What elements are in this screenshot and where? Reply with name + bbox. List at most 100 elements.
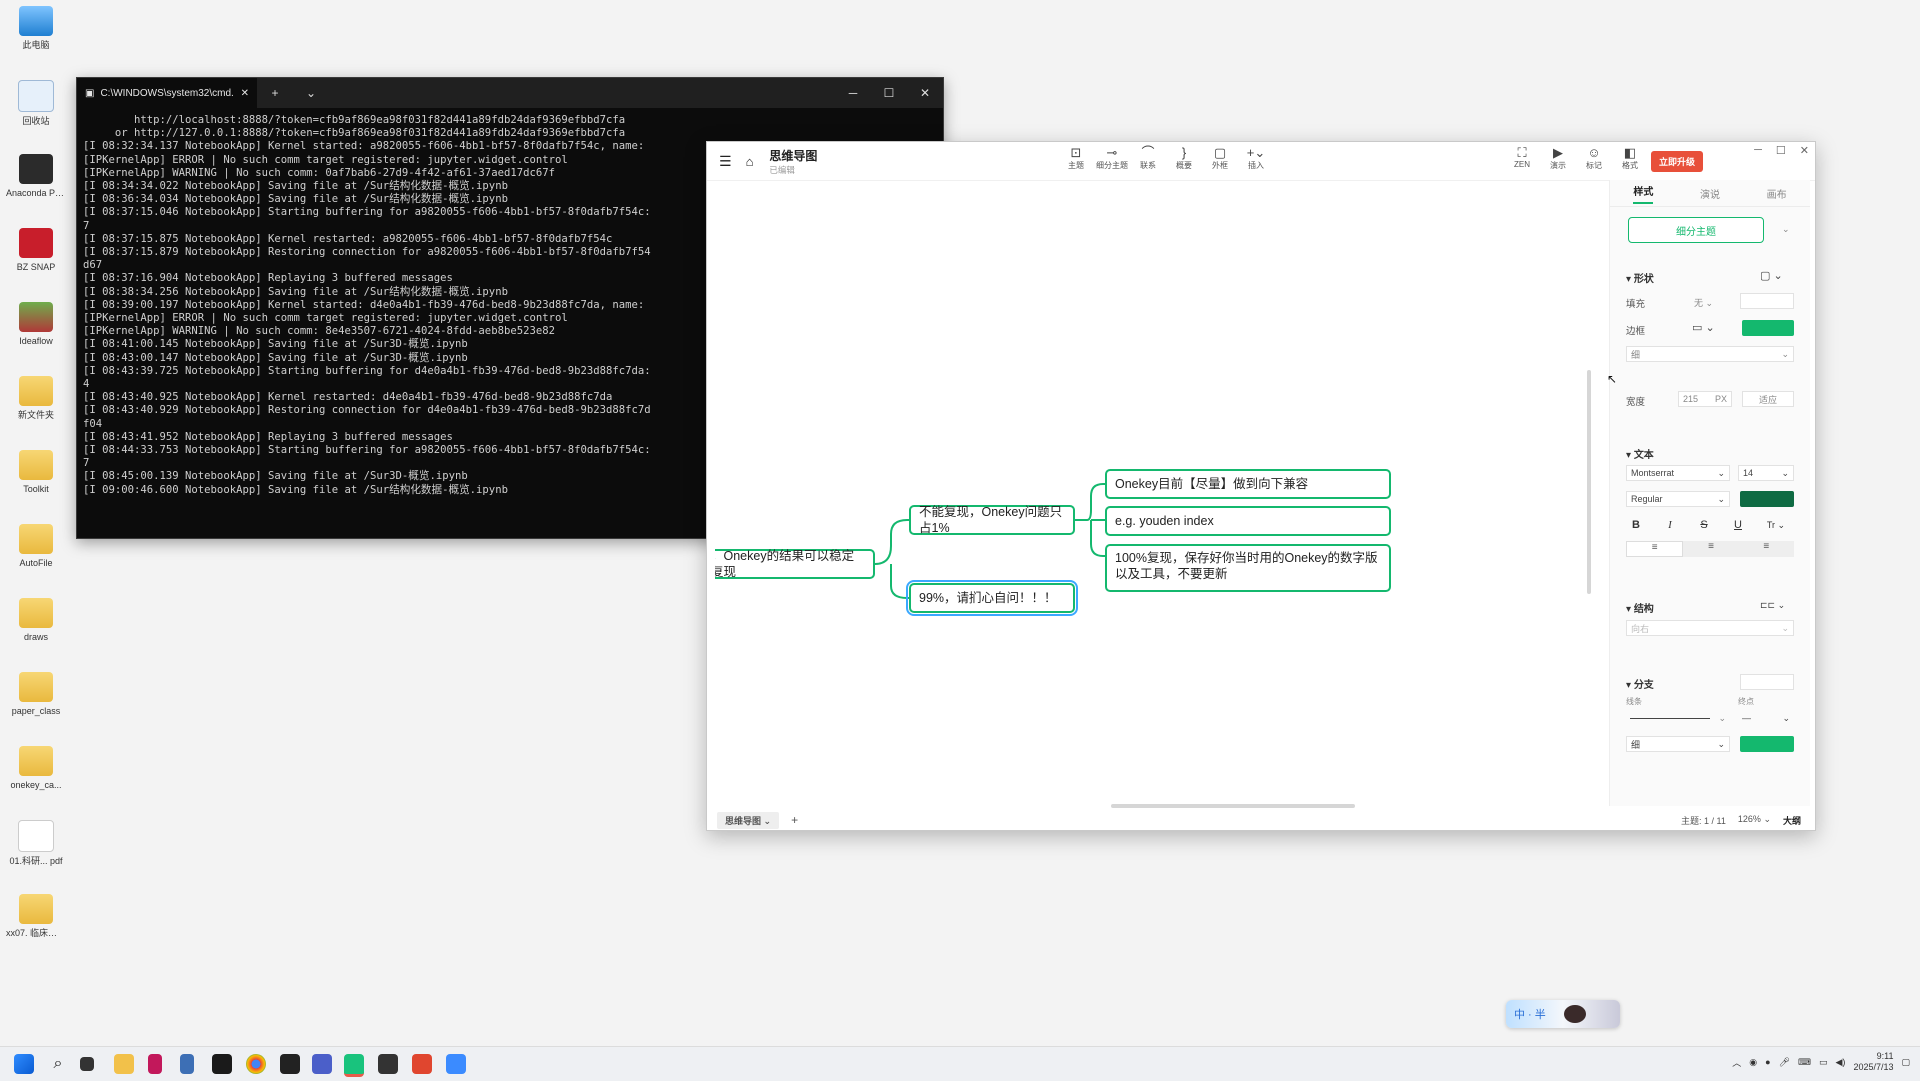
cmd-app-icon[interactable] (378, 1054, 398, 1074)
wechat-icon[interactable]: ● (1765, 1057, 1770, 1067)
text-case-button[interactable]: Tr ⌄ (1762, 516, 1790, 534)
volume-icon[interactable]: ◀︎) (1836, 1057, 1846, 1068)
font-weight-select[interactable]: Regular ⌄ (1626, 491, 1730, 507)
branch-color-swatch[interactable] (1740, 736, 1794, 752)
mindmap-node-child-3[interactable]: 100%复现，保存好你当时用的Onekey的数字版以及工具，不要更新 (1105, 544, 1391, 592)
task-view-icon[interactable] (80, 1057, 94, 1071)
italic-button[interactable]: I (1660, 516, 1680, 534)
toolbar-button[interactable]: ▶ 演示 (1541, 146, 1575, 171)
feishu-icon[interactable] (446, 1054, 466, 1074)
toolbar-button[interactable]: ◧ 格式 (1613, 146, 1647, 171)
mindmap-node-branch-2[interactable]: 99%，请扪心自问！！！ (906, 580, 1078, 616)
fill-color-input[interactable] (1740, 293, 1794, 309)
maximize-icon[interactable]: ☐ (1776, 144, 1786, 157)
chevron-down-icon[interactable]: ⌄ (1782, 224, 1790, 235)
fill-select[interactable]: 无 ⌄ (1694, 296, 1713, 309)
structure-select[interactable]: 向右 ⌄ (1626, 620, 1794, 636)
zoom-select[interactable]: 126% ⌄ (1738, 814, 1771, 827)
mindmap-node-child-2[interactable]: e.g. youden index (1105, 506, 1391, 536)
desktop-icon[interactable]: onekey_ca... (6, 746, 66, 814)
notification-icon[interactable]: ▢ (1901, 1057, 1910, 1068)
chrome-icon[interactable] (246, 1054, 266, 1074)
desktop-icon[interactable]: draws (6, 598, 66, 666)
strikethrough-button[interactable]: S (1694, 516, 1714, 534)
desktop-icon[interactable]: Anaconda Powersh... (6, 154, 66, 222)
close-icon[interactable]: ✕ (907, 86, 943, 100)
border-color-swatch[interactable] (1742, 320, 1794, 336)
horizontal-scrollbar[interactable] (1111, 804, 1355, 808)
panel-tab[interactable]: 画布 (1767, 186, 1787, 201)
panel-tab[interactable]: 样式 (1633, 183, 1654, 204)
microphone-icon[interactable]: 🎤︎ (1779, 1057, 1790, 1068)
close-icon[interactable]: ✕ (1800, 144, 1809, 157)
panel-tab[interactable]: 演说 (1700, 186, 1720, 201)
ime-avatar-icon[interactable] (1563, 1005, 1586, 1023)
mindmap-node-branch-1[interactable]: 不能复现，Onekey问题只占1% (909, 505, 1075, 535)
home-icon[interactable]: ⌂ (746, 154, 754, 169)
toolbar-button[interactable]: +⌄ 插入 (1239, 146, 1273, 171)
chevron-up-icon[interactable]: ︿ (1732, 1056, 1741, 1069)
border-style-icon[interactable]: ▭ ⌄ (1692, 321, 1715, 334)
toolbar-button[interactable]: ⛶ ZEN (1505, 146, 1539, 171)
ime-toolbar[interactable]: 中 · 半 (1506, 1000, 1620, 1028)
mindmap-canvas[interactable]: ，Onekey的结果可以稳定复现 不能复现，Onekey问题只占1% 99%，请… (715, 184, 1605, 804)
structure-icon[interactable]: ⊏⊏ ⌄ (1760, 600, 1785, 611)
subtopic-style-button[interactable]: 细分主题 (1628, 217, 1764, 243)
desktop-icon[interactable]: 回收站 (6, 80, 66, 148)
outline-button[interactable]: 大纲 (1783, 814, 1801, 827)
font-family-select[interactable]: Montserrat ⌄ (1626, 465, 1730, 481)
desktop-icon[interactable]: xx07. 临床科学 2.5D 实... (6, 894, 66, 962)
bold-button[interactable]: B (1626, 516, 1646, 534)
line-style-select[interactable]: ⌄ (1626, 710, 1730, 726)
search-icon[interactable]: ⌕ (48, 1054, 68, 1074)
upgrade-button[interactable]: 立即升级 (1651, 151, 1704, 172)
align-right-icon[interactable]: ≡ (1739, 541, 1794, 557)
terminal-tab[interactable]: ▣ C:\WINDOWS\system32\cmd. ✕ (77, 78, 257, 108)
pycharm-icon[interactable] (212, 1054, 232, 1074)
minimize-icon[interactable]: ─ (835, 86, 871, 100)
file-explorer-icon[interactable] (114, 1054, 134, 1074)
desktop-icon[interactable]: Toolkit (6, 450, 66, 518)
sheet-tab[interactable]: 思维导图 ⌄ (717, 811, 780, 829)
display-icon[interactable]: ▭ (1819, 1057, 1828, 1068)
new-tab-button[interactable]: + (257, 86, 293, 100)
add-sheet-button[interactable]: + (791, 813, 798, 827)
toolbar-button[interactable]: ☺ 标记 (1577, 146, 1611, 171)
app-pointer-icon[interactable] (148, 1054, 162, 1074)
close-tab-icon[interactable]: ✕ (241, 88, 249, 99)
desktop-icon[interactable]: BZ SNAP (6, 228, 66, 296)
mindmap-app-icon[interactable] (344, 1054, 364, 1077)
branch-width-select[interactable]: 细 ⌄ (1626, 736, 1730, 752)
tab-dropdown-button[interactable]: ⌄ (293, 86, 329, 100)
maximize-icon[interactable]: ☐ (871, 86, 907, 100)
minimize-icon[interactable]: ─ (1754, 144, 1762, 157)
mindmap-window[interactable]: ☰ ⌂ 思维导图 已编辑 ⊡ 主题 ⊸ 细分主题 ⌒ 联系} 概要 ▢ 外框 +⌄ 插入 ⛶ ZEN ▶… (706, 141, 1816, 831)
branch-option-select[interactable] (1740, 674, 1794, 690)
align-left-icon[interactable]: ≡ (1626, 541, 1684, 557)
mindmap-node-child-1[interactable]: Onekey目前【尽量】做到向下兼容 (1105, 469, 1391, 499)
toolbar-button[interactable]: ▢ 外框 (1203, 146, 1237, 171)
shape-preview-icon[interactable]: ▢ ⌄ (1760, 269, 1783, 282)
mindmap-node-root[interactable]: ，Onekey的结果可以稳定复现 (715, 549, 875, 579)
width-input[interactable]: 215 PX (1678, 391, 1732, 407)
border-width-select[interactable]: 细 ⌄ (1626, 346, 1794, 362)
structure-section-title[interactable]: ▾ 结构 (1626, 600, 1654, 615)
document-title[interactable]: 思维导图 (769, 147, 817, 164)
app-snap-icon[interactable] (312, 1054, 332, 1074)
branch-section-title[interactable]: ▾ 分支 (1626, 676, 1654, 691)
endpoint-select[interactable]: — ⌄ (1738, 710, 1794, 726)
desktop-icon[interactable]: 01.科研... pdf (6, 820, 66, 888)
font-size-select[interactable]: 14 ⌄ (1738, 465, 1794, 481)
network-app-icon[interactable]: ◉ (1749, 1057, 1757, 1068)
keyboard-icon[interactable]: ⌨︎ (1798, 1057, 1811, 1068)
underline-button[interactable]: U (1728, 516, 1748, 534)
align-center-icon[interactable]: ≡ (1683, 541, 1738, 557)
toolbar-button[interactable]: ⊡ 主题 (1059, 146, 1093, 171)
text-color-swatch[interactable] (1740, 491, 1794, 507)
vertical-scrollbar[interactable] (1587, 370, 1591, 594)
toolbar-button[interactable]: } 概要 (1167, 146, 1201, 171)
fit-width-button[interactable]: 适应 (1742, 391, 1794, 407)
wps-icon[interactable] (412, 1054, 432, 1074)
desktop-icon[interactable]: 此电脑 (6, 6, 66, 74)
menu-icon[interactable]: ☰ (719, 153, 732, 170)
